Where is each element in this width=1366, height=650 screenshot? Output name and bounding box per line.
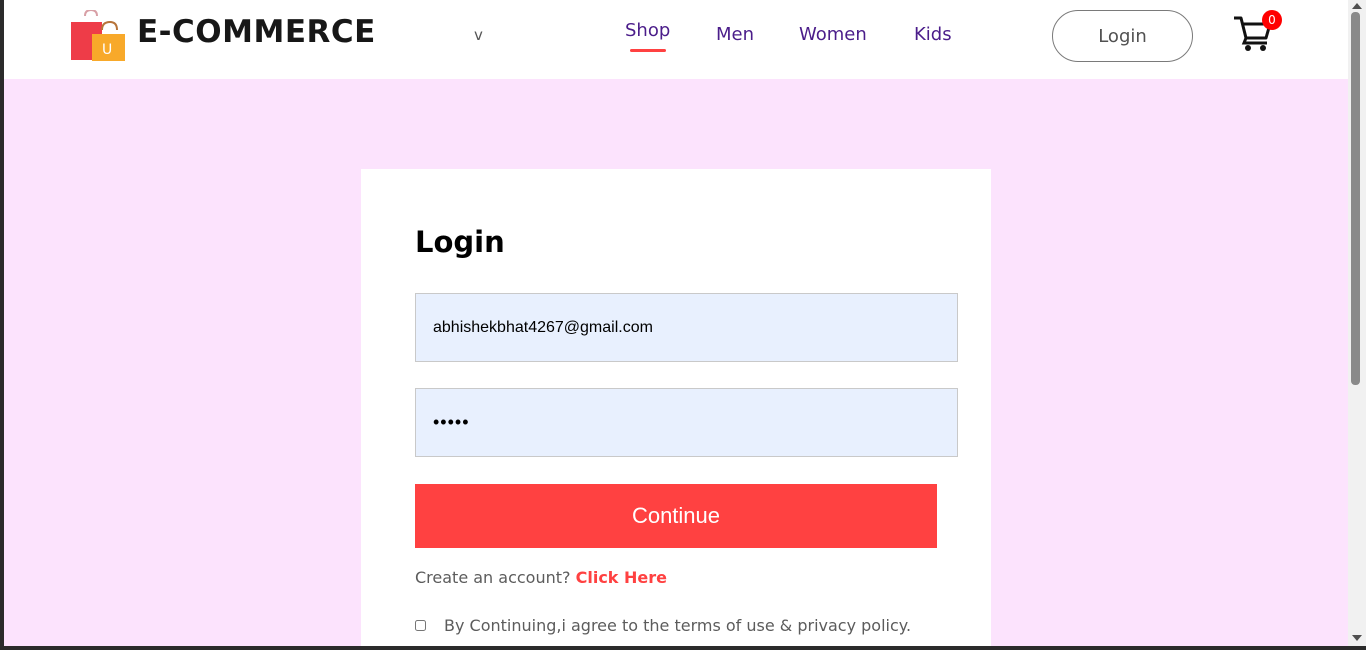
active-nav-indicator: [630, 49, 666, 52]
logo-letter: U: [102, 42, 112, 58]
nav-item-kids[interactable]: Kids: [914, 24, 952, 45]
page-viewport: U E-COMMERCE v Shop Men Women Kids Login…: [4, 0, 1348, 646]
password-field[interactable]: [415, 388, 958, 457]
login-button[interactable]: Login: [1052, 10, 1193, 62]
scroll-up-arrow-icon[interactable]: [1352, 3, 1362, 9]
scrollbar-thumb[interactable]: [1351, 12, 1360, 385]
chevron-down-icon[interactable]: v: [474, 26, 483, 44]
cart-count-badge: 0: [1262, 10, 1282, 30]
terms-checkbox[interactable]: [415, 620, 426, 631]
navbar: U E-COMMERCE v Shop Men Women Kids Login…: [4, 0, 1348, 79]
brand-name[interactable]: E-COMMERCE: [137, 14, 376, 50]
nav-item-women[interactable]: Women: [799, 24, 867, 45]
signup-text: Create an account?: [415, 568, 571, 587]
login-title: Login: [415, 225, 505, 259]
email-field[interactable]: [415, 293, 958, 362]
nav-item-shop[interactable]: Shop: [625, 20, 670, 41]
continue-button[interactable]: Continue: [415, 484, 937, 548]
signup-link[interactable]: Click Here: [576, 568, 667, 587]
scroll-down-arrow-icon[interactable]: [1352, 635, 1362, 641]
terms-text: By Continuing,i agree to the terms of us…: [444, 616, 912, 635]
nav-item-men[interactable]: Men: [716, 24, 754, 45]
signup-prompt: Create an account? Click Here: [415, 568, 667, 587]
login-card: Login Continue Create an account? Click …: [361, 169, 991, 646]
terms-row: By Continuing,i agree to the terms of us…: [415, 616, 911, 635]
shopping-bags-icon[interactable]: U: [71, 10, 126, 61]
